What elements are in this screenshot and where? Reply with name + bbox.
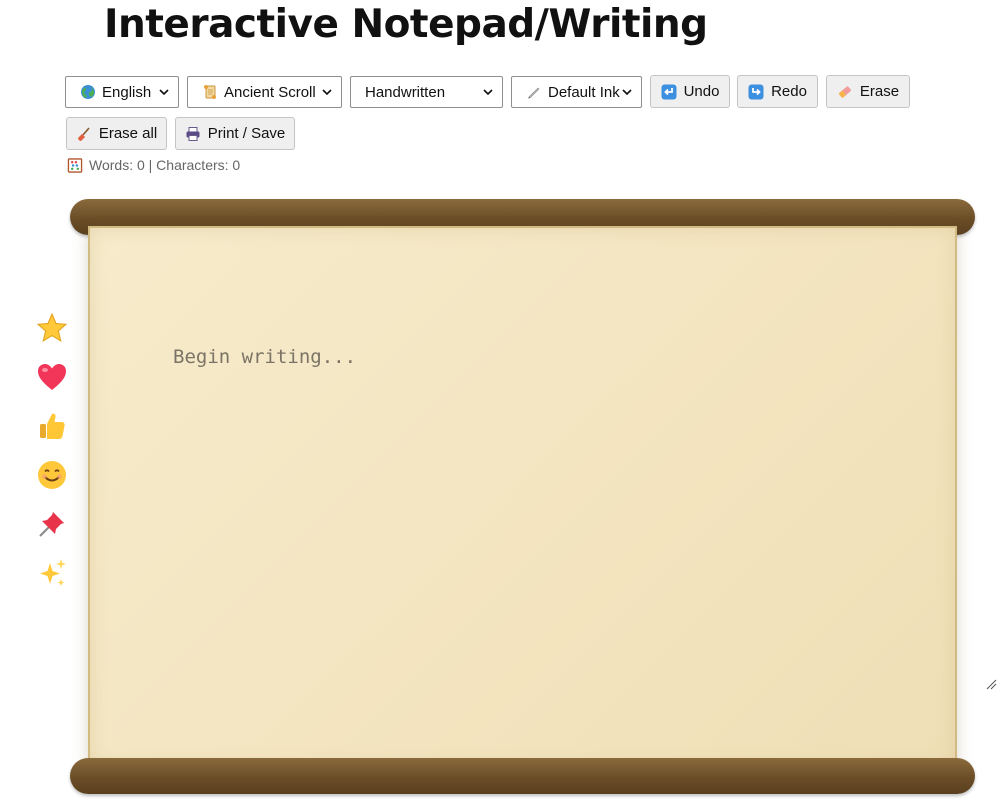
sticker-smiley[interactable] [34, 457, 70, 493]
abacus-icon [67, 157, 83, 173]
print-save-label: Print / Save [207, 125, 286, 142]
redo-label: Redo [771, 83, 807, 100]
word-count-stats: Words: 0 | Characters: 0 [67, 157, 240, 173]
eraser-icon [838, 85, 851, 98]
thumbs-up-icon [40, 413, 65, 439]
erase-button[interactable]: Erase [826, 75, 910, 108]
heart-icon [38, 364, 66, 390]
font-select-value: Handwritten [365, 83, 446, 101]
chevron-down-icon [483, 89, 493, 96]
erase-all-label: Erase all [98, 125, 158, 142]
theme-select-value: Ancient Scroll [224, 83, 316, 101]
pen-icon [528, 87, 540, 99]
redo-button[interactable]: Redo [737, 75, 818, 108]
sticker-thumbs-up[interactable] [34, 408, 70, 444]
redo-arrow-icon [748, 84, 764, 99]
writing-placeholder: Begin writing... [173, 346, 357, 368]
sticker-star[interactable] [34, 310, 70, 346]
ink-select[interactable]: Default Ink [511, 76, 642, 108]
erase-all-button[interactable]: Erase all [66, 117, 167, 150]
page-title: Interactive Notepad/Writing [104, 2, 708, 47]
pushpin-icon [39, 512, 64, 537]
language-select-value: English [102, 83, 152, 101]
sparkles-icon [40, 559, 66, 586]
erase-label: Erase [859, 83, 900, 100]
chevron-down-icon [322, 89, 332, 96]
sticker-pushpin[interactable] [34, 506, 70, 542]
undo-label: Undo [683, 83, 720, 100]
scroll-icon [204, 85, 216, 99]
font-select[interactable]: Handwritten [350, 76, 503, 108]
writing-area[interactable]: Begin writing... [88, 226, 957, 768]
scroll-bottom-roller [70, 758, 975, 794]
language-select[interactable]: English [65, 76, 179, 108]
word-count-text: Words: 0 | Characters: 0 [89, 157, 241, 173]
chevron-down-icon [622, 89, 632, 96]
star-icon [36, 312, 68, 343]
ink-select-value: Default Ink [548, 83, 620, 101]
broom-icon [77, 126, 90, 141]
resize-handle-icon[interactable] [985, 678, 997, 690]
print-save-button[interactable]: Print / Save [175, 117, 295, 150]
sticker-sparkles[interactable] [34, 555, 70, 591]
undo-button[interactable]: Undo [650, 75, 730, 108]
printer-icon [186, 126, 200, 141]
globe-icon [81, 85, 95, 99]
smiley-icon [38, 461, 66, 489]
undo-arrow-icon [661, 84, 677, 99]
chevron-down-icon [159, 89, 169, 96]
sticker-palette [34, 310, 70, 604]
theme-select[interactable]: Ancient Scroll [187, 76, 342, 108]
sticker-heart[interactable] [34, 359, 70, 395]
